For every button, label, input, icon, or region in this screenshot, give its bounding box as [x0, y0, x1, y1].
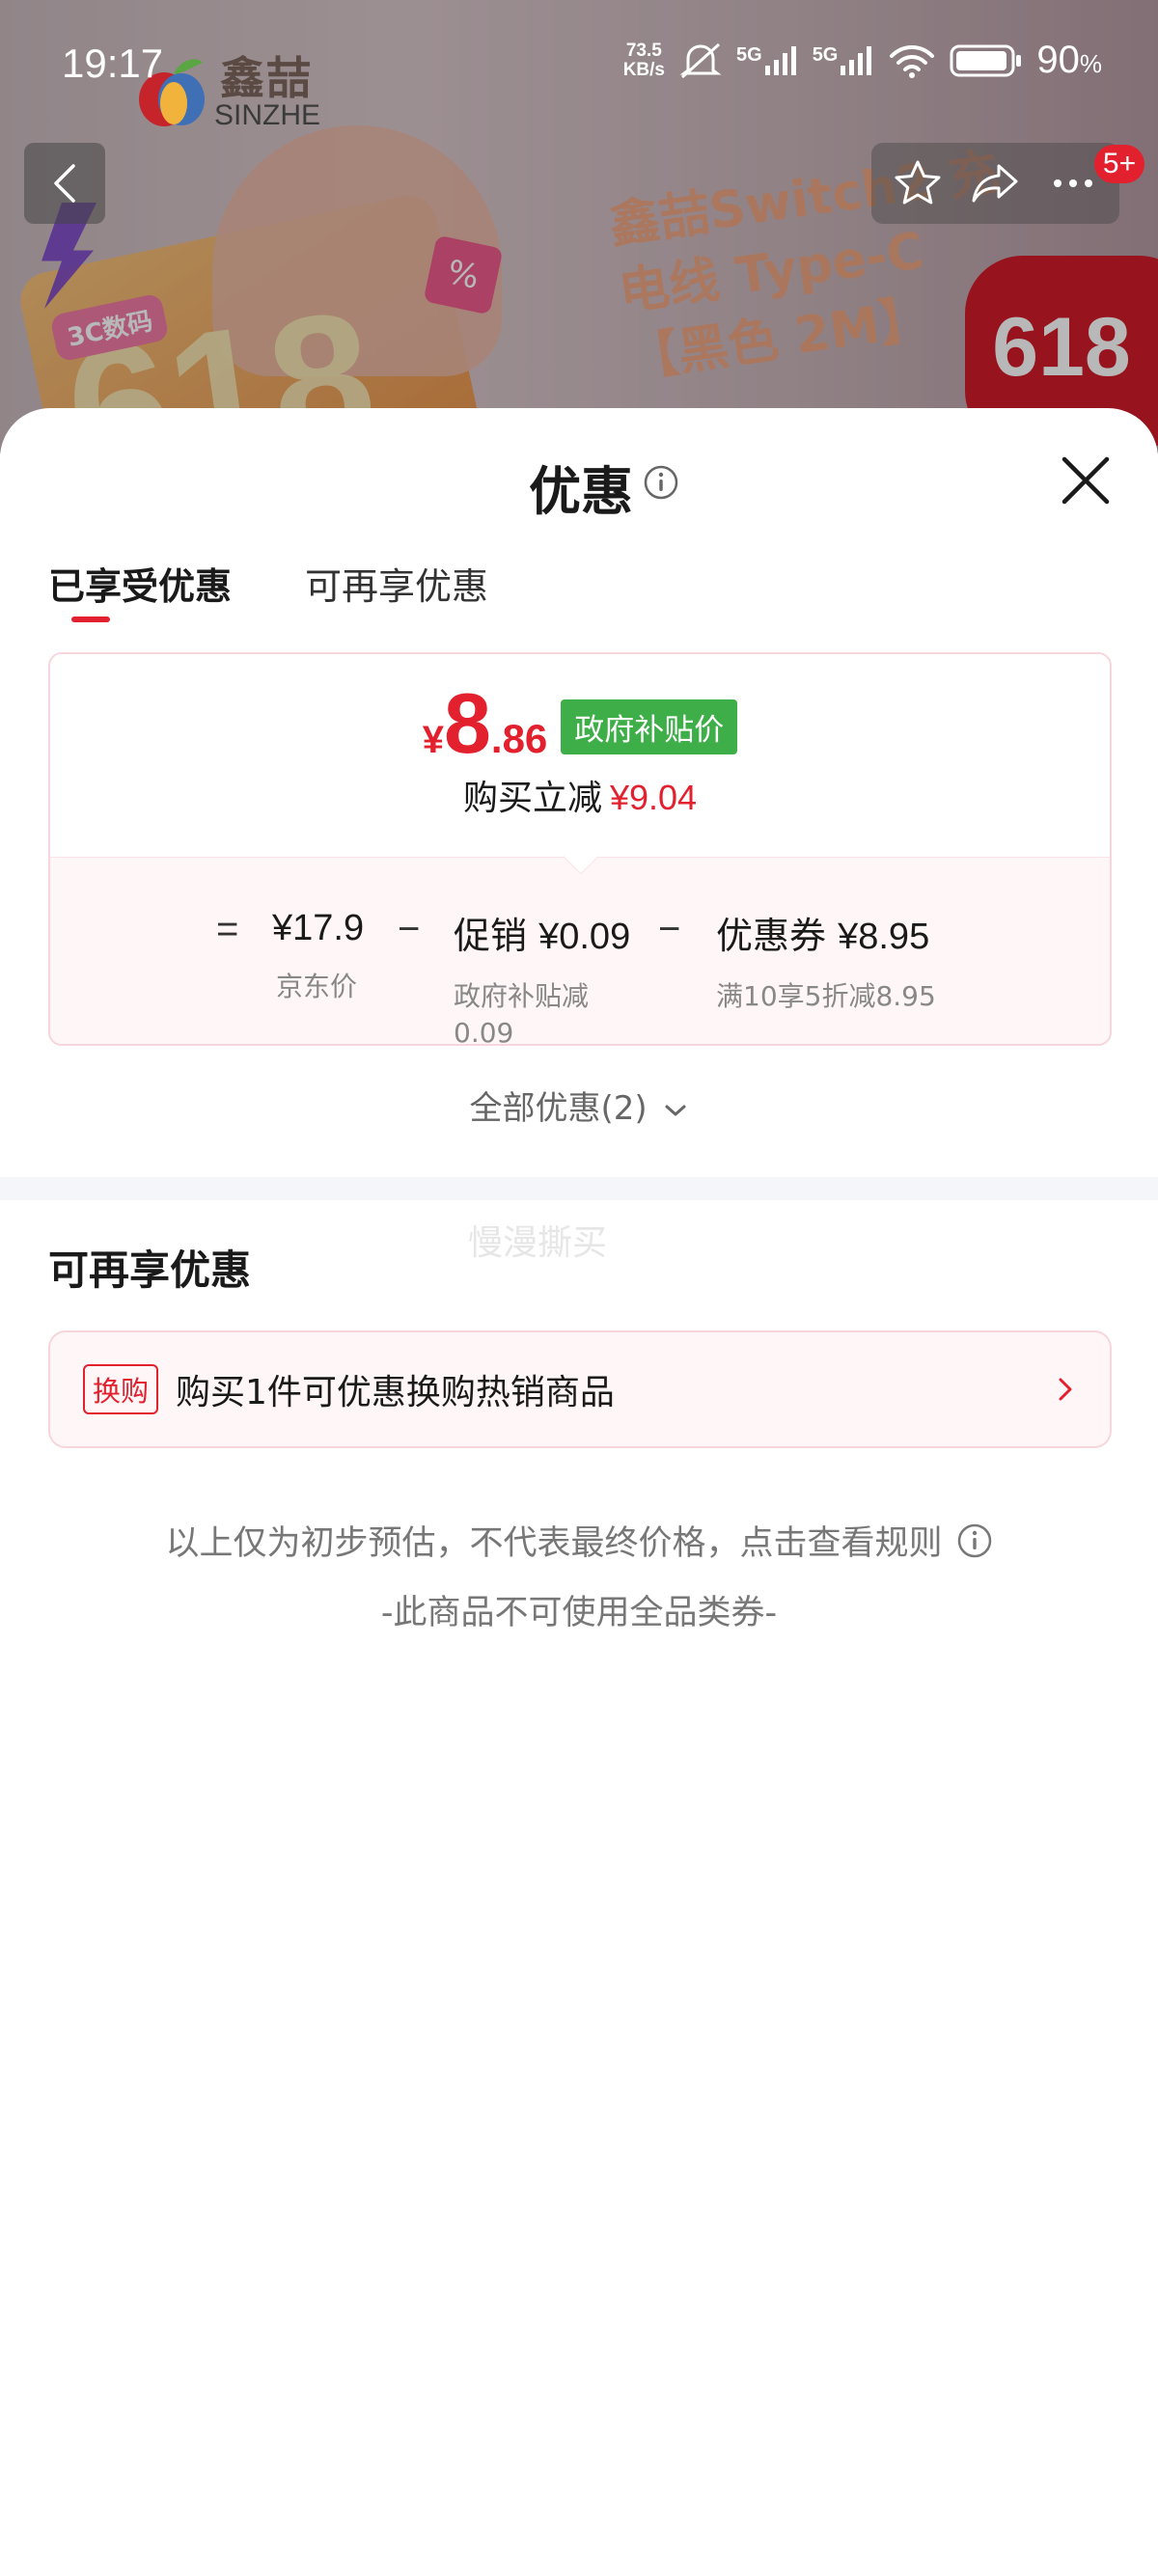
chevron-down-icon — [665, 1105, 686, 1115]
promo-label: 促销 — [454, 915, 528, 957]
action-bar — [871, 143, 1119, 224]
reduction-label: 购买立减 — [462, 779, 602, 818]
back-button[interactable] — [24, 143, 105, 224]
promo-desc: 政府补贴减 0.09 — [454, 978, 630, 1046]
close-icon[interactable] — [1057, 452, 1115, 509]
tab-enjoyed[interactable]: 已享受优惠 — [48, 553, 232, 640]
battery-percent: 90% — [1036, 39, 1102, 82]
bell-muted-icon — [679, 42, 722, 78]
promo-desc-line1: 政府补贴减 — [454, 980, 590, 1012]
swap-text: 购买1件可优惠换购热销商品 — [176, 1373, 615, 1412]
coupon-restriction-note: -此商品不可使用全品类券- — [380, 1594, 778, 1632]
promo-term: 促销 ¥0.09 政府补贴减 0.09 — [454, 906, 631, 1046]
promo-amount: ¥0.09 — [538, 917, 631, 957]
sheet-title: 优惠 — [529, 461, 633, 522]
info-icon[interactable] — [643, 464, 679, 501]
signal-2: 5G — [813, 44, 875, 77]
status-bar: 19:17 73.5 KB/s 5G 5G 90% — [0, 0, 1158, 135]
signal-bars-icon — [764, 45, 796, 75]
price-summary: ¥ 8 .86 政府补贴价 购买立减 ¥9.04 — [50, 654, 1110, 857]
reduction-amount: ¥9.04 — [609, 778, 698, 817]
price-integer: 8 — [443, 675, 491, 771]
signal-bars-icon — [841, 45, 872, 75]
price-decimal: .86 — [490, 716, 548, 761]
signal-1-label: 5G — [736, 43, 762, 66]
price-currency: ¥ — [422, 719, 444, 761]
tab-active-indicator — [71, 617, 110, 622]
jd-price-term: ¥17.9 京东价 — [272, 906, 364, 1005]
price-breakdown-card: ¥ 8 .86 政府补贴价 购买立减¥9.04 = ¥17.9 京东价 − 促 — [48, 652, 1112, 1046]
battery-value: 90 — [1036, 39, 1080, 81]
net-speed-value: 73.5 — [625, 40, 662, 61]
section-divider — [0, 1177, 1158, 1200]
status-icons: 73.5 KB/s 5G 5G 90% — [623, 39, 1102, 82]
info-icon — [957, 1523, 991, 1557]
watermark-text: 慢漫撕买 — [468, 1223, 608, 1263]
sheet-header: 优惠 — [0, 408, 1158, 553]
share-icon[interactable] — [968, 156, 1022, 210]
status-time: 19:17 — [62, 41, 164, 86]
minus-sign-1: − — [398, 908, 421, 950]
wifi-icon — [890, 44, 935, 78]
all-offers-toggle[interactable]: 全部优惠(2) — [0, 1082, 1158, 1129]
chevron-right-icon — [1059, 1378, 1072, 1401]
more-badge: 5+ — [1094, 145, 1144, 183]
chevron-left-icon — [54, 164, 75, 203]
gov-subsidy-tag: 政府补贴价 — [561, 699, 738, 754]
promo-desc-line2: 0.09 — [454, 1017, 514, 1046]
instant-reduction: 购买立减 ¥9.04 — [50, 770, 1110, 820]
price-formula: = ¥17.9 京东价 − 促销 ¥0.09 政府补贴减 0.09 − 优惠券 … — [50, 887, 1110, 1044]
star-icon[interactable] — [891, 156, 945, 210]
equals-sign: = — [216, 908, 239, 950]
price-estimate-note[interactable]: 以上仅为初步预估，不代表最终价格，点击查看规则 — [0, 1516, 1158, 1565]
more-offers-title: 可再享优惠 — [48, 1247, 252, 1294]
coupon-label: 优惠券 — [716, 915, 827, 957]
jd-price: ¥17.9 — [272, 908, 365, 948]
jd-price-label: 京东价 — [276, 971, 358, 1002]
battery-icon — [950, 44, 1022, 76]
all-offers-label: 全部优惠(2) — [469, 1089, 648, 1128]
swap-offer-row[interactable]: 换购 购买1件可优惠换购热销商品 — [48, 1330, 1112, 1448]
tab-more[interactable]: 可再享优惠 — [305, 553, 488, 640]
more-icon[interactable] — [1046, 156, 1100, 210]
signal-2-label: 5G — [812, 43, 839, 66]
signal-1: 5G — [736, 44, 799, 77]
swap-tag: 换购 — [83, 1364, 159, 1414]
final-price-row: ¥ 8 .86 政府补贴价 — [50, 681, 1110, 766]
minus-sign-2: − — [658, 908, 681, 950]
coupon-desc: 满10享5折减8.95 — [716, 980, 936, 1012]
price-formula-area: = ¥17.9 京东价 − 促销 ¥0.09 政府补贴减 0.09 − 优惠券 … — [50, 857, 1110, 1044]
battery-unit: % — [1079, 49, 1102, 78]
coupon-amount: ¥8.95 — [838, 917, 930, 957]
net-speed-unit: KB/s — [622, 59, 665, 80]
offer-tabs: 已享受优惠 可再享优惠 — [48, 553, 488, 640]
final-price: ¥ 8 .86 — [423, 681, 548, 766]
net-speed: 73.5 KB/s — [623, 41, 665, 80]
coupon-term: 优惠券 ¥8.95 满10享5折减8.95 — [716, 906, 936, 1015]
estimate-note-text: 以上仅为初步预估，不代表最终价格，点击查看规则 — [165, 1524, 943, 1563]
offers-sheet: 优惠 已享受优惠 可再享优惠 ¥ 8 .86 政府补贴价 购买立减 ¥9.04 … — [0, 408, 1158, 2576]
